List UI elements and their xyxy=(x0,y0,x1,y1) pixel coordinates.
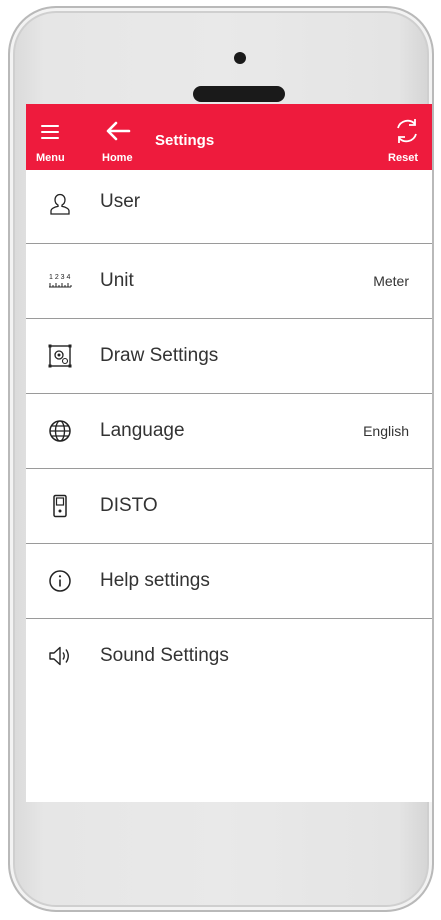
info-icon xyxy=(49,570,71,592)
home-button[interactable]: Home xyxy=(98,104,142,170)
settings-item-language[interactable]: Language English xyxy=(26,394,432,469)
settings-item-unit[interactable]: 1 2 3 4 Unit Meter xyxy=(26,244,432,319)
settings-item-sound-settings[interactable]: Sound Settings xyxy=(26,619,432,693)
menu-button[interactable]: Menu xyxy=(26,104,70,170)
settings-item-value: Meter xyxy=(373,273,409,289)
front-camera xyxy=(234,52,246,64)
page-title: Settings xyxy=(155,132,215,149)
back-arrow-icon xyxy=(106,121,131,141)
svg-text:1 2 3 4: 1 2 3 4 xyxy=(49,274,71,281)
settings-item-draw-settings[interactable]: Draw Settings xyxy=(26,319,432,394)
reset-button[interactable]: Reset xyxy=(382,104,432,170)
app-screen: Menu Home Settings Reset User 1 2 3 4 Un… xyxy=(26,104,432,802)
user-icon xyxy=(50,193,70,215)
settings-item-label: Language xyxy=(100,420,185,441)
menu-label: Menu xyxy=(36,152,65,164)
home-label: Home xyxy=(102,152,133,164)
speaker-icon xyxy=(49,646,69,666)
settings-item-help-settings[interactable]: Help settings xyxy=(26,544,432,619)
settings-item-disto[interactable]: DISTO xyxy=(26,469,432,544)
settings-item-label: Unit xyxy=(100,270,134,291)
globe-icon xyxy=(49,420,71,442)
refresh-icon xyxy=(397,119,417,143)
ruler-icon: 1 2 3 4 xyxy=(49,274,72,288)
settings-item-label: User xyxy=(100,191,141,212)
settings-item-user[interactable]: User xyxy=(26,170,432,244)
earpiece-speaker xyxy=(193,86,285,102)
reset-label: Reset xyxy=(388,152,418,164)
app-bar: Menu Home Settings Reset xyxy=(26,104,432,170)
settings-item-label: Sound Settings xyxy=(100,645,229,666)
settings-item-label: Help settings xyxy=(100,570,210,591)
settings-item-label: DISTO xyxy=(100,495,158,516)
hamburger-icon xyxy=(41,125,59,143)
draw-settings-icon xyxy=(48,344,72,368)
settings-list: User 1 2 3 4 Unit Meter Draw Settings La… xyxy=(26,170,432,693)
settings-item-label: Draw Settings xyxy=(100,345,219,366)
settings-item-value: English xyxy=(363,423,409,439)
device-icon xyxy=(53,494,67,518)
